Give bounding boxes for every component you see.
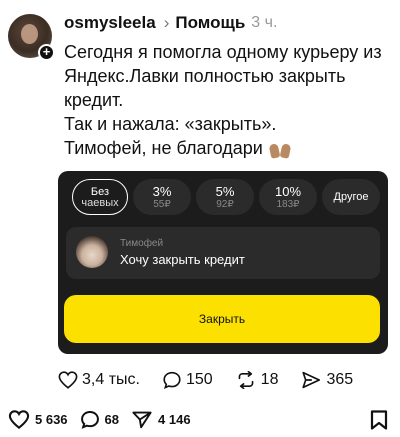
tip-option-label: Другое: [333, 191, 369, 203]
comment-icon: [163, 371, 181, 389]
outer-like-count: 5 636: [35, 411, 68, 427]
post-text-paragraph-1: Сегодня я помогла одному курьеру из Янде…: [64, 42, 382, 110]
like-stat[interactable]: 3,4 тыс.: [58, 371, 140, 389]
like-count: 3,4 тыс.: [82, 371, 140, 388]
courier-message-text: Хочу закрыть кредит: [120, 252, 245, 267]
send-icon: [302, 371, 321, 389]
outer-comment-stat[interactable]: 68: [80, 410, 119, 429]
tip-option-none[interactable]: Без чаевых: [72, 179, 128, 215]
outer-share-count: 4 146: [158, 411, 191, 427]
raising-hands-emoji-icon: [268, 138, 292, 159]
follow-plus-icon[interactable]: +: [38, 44, 55, 61]
tip-option-label: 5%: [215, 183, 235, 199]
tip-option-amount: 92₽: [216, 198, 234, 210]
comment-icon: [80, 410, 99, 429]
tip-option-other[interactable]: Другое: [322, 179, 380, 215]
post-text-paragraph-3-label: Тимофей, не благодари: [64, 138, 263, 158]
tip-option-3[interactable]: 3% 55₽: [133, 179, 191, 215]
outer-post-stats: 5 636 68 4 146: [8, 408, 392, 430]
tip-option-label: 3%: [152, 183, 172, 199]
heart-icon: [58, 371, 78, 389]
heart-icon: [8, 409, 30, 429]
courier-name: Тимофей: [120, 238, 164, 249]
tip-options: Без чаевых 3% 55₽ 5% 92₽ 10% 183₽ Другое: [72, 179, 380, 215]
tip-option-amount: 183₽: [276, 198, 300, 210]
outer-like-stat[interactable]: 5 636: [8, 409, 68, 429]
tip-option-label: Без: [90, 185, 110, 198]
close-button[interactable]: Закрыть: [64, 295, 380, 343]
courier-message: Тимофей Хочу закрыть кредит: [66, 227, 380, 279]
outer-comment-count: 68: [104, 411, 120, 427]
send-icon: [132, 411, 152, 428]
post-text-paragraph-2: Так и нажала: «закрыть».: [64, 114, 277, 134]
courier-avatar: [76, 236, 108, 268]
repost-icon: [238, 371, 254, 389]
attached-screenshot-card[interactable]: Без чаевых 3% 55₽ 5% 92₽ 10% 183₽ Другое…: [58, 171, 388, 354]
share-stat[interactable]: 365: [300, 371, 353, 389]
post-time: 3 ч.: [251, 14, 278, 31]
post-header: osmysleela › Помощь 3 ч.: [64, 12, 277, 34]
post-text-paragraph-3: Тимофей, не благодари: [64, 136, 394, 160]
share-count: 365: [326, 371, 354, 388]
chevron-right-icon: ›: [163, 13, 170, 32]
post: + osmysleela › Помощь 3 ч. Сегодня я пом…: [0, 0, 400, 437]
bookmark-icon[interactable]: [370, 410, 388, 430]
tip-option-10[interactable]: 10% 183₽: [259, 179, 317, 215]
comment-count: 150: [185, 371, 213, 388]
topic-tag[interactable]: Помощь: [175, 13, 245, 33]
post-stats: 3,4 тыс. 150 18 365: [58, 370, 353, 390]
tip-option-amount: 55₽: [153, 198, 171, 210]
tip-option-5[interactable]: 5% 92₽: [196, 179, 254, 215]
comment-stat[interactable]: 150: [162, 371, 213, 389]
tip-option-label: 10%: [274, 183, 302, 199]
repost-count: 18: [260, 371, 279, 388]
author-avatar-wrapper[interactable]: +: [8, 14, 55, 61]
username[interactable]: osmysleela: [64, 13, 156, 33]
repost-stat[interactable]: 18: [235, 371, 279, 389]
tip-option-sub: чаевых: [81, 196, 119, 209]
outer-share-stat[interactable]: 4 146: [131, 410, 191, 429]
